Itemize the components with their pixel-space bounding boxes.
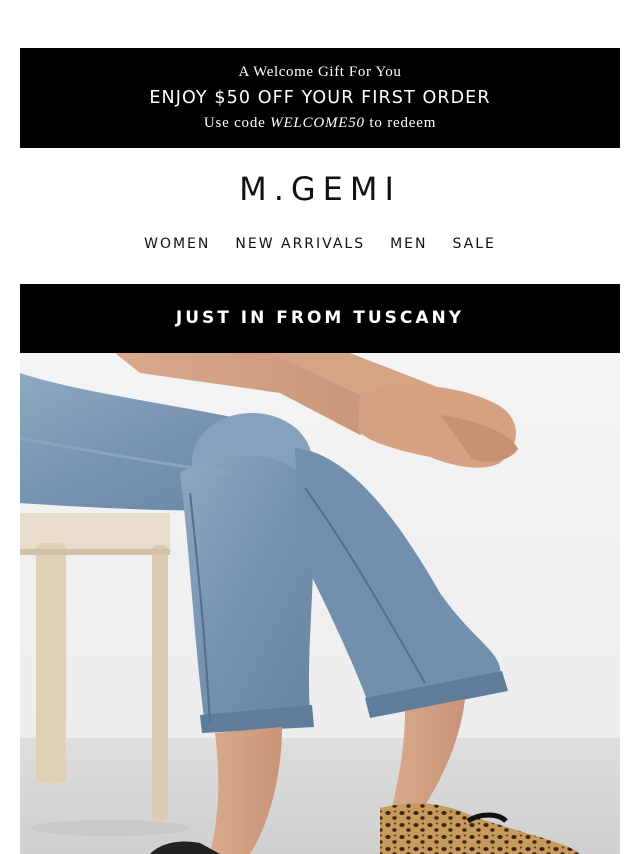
banner-title: JUST IN FROM TUSCANY	[175, 308, 465, 328]
brand-logo[interactable]: M.GEMI	[0, 170, 640, 208]
promo-code-line: Use code WELCOME50 to redeem	[20, 115, 620, 132]
promo-eyebrow: A Welcome Gift For You	[238, 64, 402, 80]
main-nav: WOMEN NEW ARRIVALS MEN SALE	[0, 236, 640, 252]
promo-code-prefix: Use code	[203, 115, 271, 131]
promo-code: WELCOME50	[270, 115, 365, 131]
nav-item-women[interactable]: WOMEN	[144, 236, 210, 252]
welcome-promo-banner[interactable]: A Welcome Gift For You ENJOY $50 OFF YOU…	[20, 48, 620, 148]
promo-code-suffix: to redeem	[364, 115, 437, 131]
section-banner[interactable]: JUST IN FROM TUSCANY	[20, 284, 620, 353]
nav-item-men[interactable]: MEN	[390, 236, 427, 252]
nav-item-sale[interactable]: SALE	[453, 236, 496, 252]
hero-photo-illustration	[20, 353, 620, 854]
nav-item-new-arrivals[interactable]: NEW ARRIVALS	[235, 236, 365, 252]
hero-image[interactable]	[20, 353, 620, 854]
promo-headline: ENJOY $50 OFF YOUR FIRST ORDER	[149, 88, 491, 108]
